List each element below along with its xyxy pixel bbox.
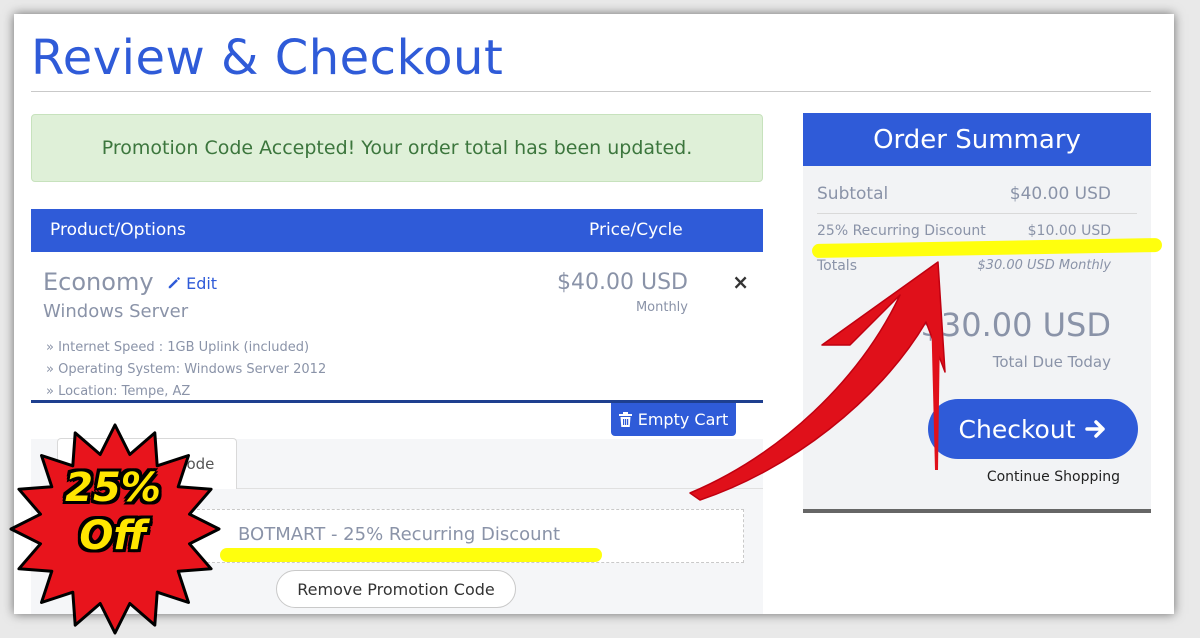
- checkout-button[interactable]: Checkout: [928, 399, 1138, 459]
- item-price: $40.00 USD: [557, 270, 688, 295]
- edit-link[interactable]: Edit: [167, 274, 217, 293]
- order-summary-title-text: Order Summary: [873, 124, 1081, 155]
- total-amount: $30.00 USD: [920, 306, 1111, 344]
- order-summary-bottom-border: [803, 509, 1151, 513]
- item-cycle: Monthly: [635, 300, 688, 315]
- product-group: Windows Server: [43, 301, 189, 322]
- option-location: » Location: Tempe, AZ: [46, 384, 191, 399]
- discount-label: 25% Recurring Discount: [817, 223, 986, 239]
- cart-item: Economy Edit Windows Server » Internet S…: [31, 252, 763, 402]
- applied-promo-text: BOTMART - 25% Recurring Discount: [238, 524, 561, 545]
- cart-table-header: Product/Options Price/Cycle: [31, 209, 763, 252]
- continue-shopping-link[interactable]: Continue Shopping: [987, 469, 1120, 485]
- discount-value: $10.00 USD: [1027, 223, 1111, 239]
- alert-text: Promotion Code Accepted! Your order tota…: [101, 137, 693, 159]
- totals-value: $30.00 USD Monthly: [977, 258, 1111, 273]
- badge-percent: 25%: [65, 465, 161, 511]
- page-title: Review & Checkout: [31, 30, 504, 86]
- remove-promo-button[interactable]: Remove Promotion Code: [276, 570, 516, 608]
- empty-cart-label: Empty Cart: [637, 410, 729, 429]
- title-divider: [31, 91, 1151, 92]
- totals-label: Totals: [817, 258, 857, 274]
- trash-icon: [618, 412, 632, 427]
- product-options-header: Product/Options: [50, 220, 186, 240]
- total-due-label: Total Due Today: [992, 353, 1111, 371]
- option-operating-system: » Operating System: Windows Server 2012: [46, 362, 327, 377]
- summary-divider: [817, 213, 1137, 214]
- badge-text: 25% Off: [28, 464, 198, 560]
- badge-off: Off: [79, 513, 147, 559]
- promo-accepted-alert: Promotion Code Accepted! Your order tota…: [31, 114, 763, 182]
- edit-label: Edit: [186, 274, 218, 293]
- subtotal-value: $40.00 USD: [1009, 184, 1111, 204]
- product-name: Economy: [43, 268, 154, 296]
- empty-cart-button[interactable]: Empty Cart: [611, 403, 736, 436]
- option-internet-speed: » Internet Speed : 1GB Uplink (included): [46, 340, 310, 355]
- remove-promo-label: Remove Promotion Code: [297, 579, 495, 599]
- pencil-icon: [168, 277, 180, 289]
- price-cycle-header: Price/Cycle: [589, 220, 683, 240]
- arrow-right-icon: [1085, 420, 1106, 438]
- remove-item-button[interactable]: ×: [732, 270, 749, 294]
- promo-highlight: [220, 548, 602, 562]
- order-summary-title: Order Summary: [803, 113, 1151, 166]
- subtotal-label: Subtotal: [817, 184, 889, 204]
- checkout-label: Checkout: [958, 414, 1076, 444]
